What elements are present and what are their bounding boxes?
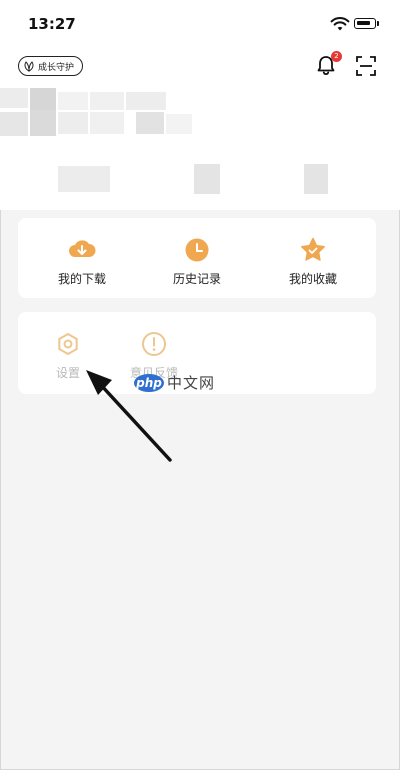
battery-icon	[354, 18, 376, 29]
history-label: 历史记录	[172, 272, 221, 286]
settings-item[interactable]: 设置	[46, 330, 90, 381]
status-bar: 13:27	[0, 0, 400, 50]
star-icon	[301, 237, 325, 261]
favorites-label: 我的收藏	[288, 272, 337, 286]
watermark-logo: php 中文网	[134, 372, 215, 393]
wifi-icon	[330, 17, 350, 31]
quick-access-card: 我的下载 历史记录 我的收藏	[18, 218, 376, 298]
watermark-text: 中文网	[167, 374, 216, 392]
gear-icon	[58, 333, 78, 355]
feedback-icon	[142, 332, 166, 356]
stat-blurred-1	[58, 166, 110, 192]
watermark-php: php	[134, 373, 164, 392]
stat-blurred-3	[304, 164, 328, 194]
favorites-item[interactable]: 我的收藏	[277, 236, 349, 287]
growth-guard-label: 成长守护	[38, 62, 75, 73]
stat-blurred-2	[194, 164, 220, 194]
growth-guard-button[interactable]: 成长守护	[18, 56, 84, 76]
settings-label: 设置	[55, 366, 80, 380]
my-downloads-item[interactable]: 我的下载	[46, 236, 118, 287]
battery-tip	[377, 21, 379, 26]
avatar-blurred	[0, 84, 200, 140]
history-item[interactable]: 历史记录	[161, 236, 233, 287]
clock-icon	[185, 238, 209, 262]
download-cloud-icon	[69, 240, 96, 257]
my-downloads-label: 我的下载	[57, 272, 106, 286]
scan-icon[interactable]	[356, 56, 376, 76]
leaf-icon	[24, 61, 34, 72]
notification-badge: 2	[331, 51, 342, 62]
status-time: 13:27	[28, 15, 76, 33]
